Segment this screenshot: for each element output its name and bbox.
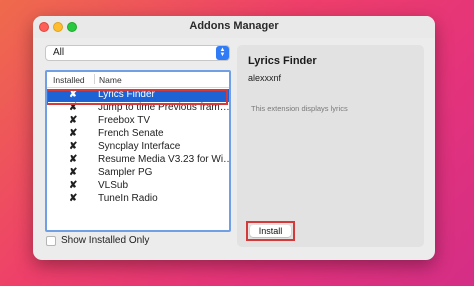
list-item[interactable]: ✘ Jump to time Previous fram… xyxy=(47,102,229,115)
show-installed-only-checkbox[interactable] xyxy=(46,236,56,246)
list-item[interactable]: ✘ Syncplay Interface xyxy=(47,141,229,154)
not-installed-icon: ✘ xyxy=(69,154,78,165)
chevron-up-down-icon: ▲ ▼ xyxy=(216,46,229,60)
addon-detail-panel: Lyrics Finder alexxxnf This extension di… xyxy=(237,45,424,247)
not-installed-icon: ✘ xyxy=(69,115,78,126)
list-item-name: French Senate xyxy=(98,128,164,139)
list-item[interactable]: ✘ VLSub xyxy=(47,180,229,193)
list-item[interactable]: ✘ Resume Media V3.23 for Wi… xyxy=(47,154,229,167)
list-item-name: VLSub xyxy=(98,180,129,191)
install-button[interactable]: Install xyxy=(250,225,291,237)
title-bar: Addons Manager xyxy=(33,16,435,38)
addon-title: Lyrics Finder xyxy=(248,55,317,67)
column-header-installed[interactable]: Installed xyxy=(53,75,85,85)
list-item[interactable]: ✘ French Senate xyxy=(47,128,229,141)
list-item-name: Freebox TV xyxy=(98,115,151,126)
list-item-name: TuneIn Radio xyxy=(98,193,158,204)
not-installed-icon: ✘ xyxy=(69,102,78,113)
not-installed-icon: ✘ xyxy=(69,167,78,178)
list-item-name: Lyrics Finder xyxy=(98,89,155,100)
not-installed-icon: ✘ xyxy=(69,180,78,191)
category-filter-dropdown[interactable]: All ▲ ▼ xyxy=(45,45,230,61)
list-item-name: Resume Media V3.23 for Wi… xyxy=(98,154,231,165)
window-title: Addons Manager xyxy=(189,20,279,32)
addon-author: alexxxnf xyxy=(248,73,282,83)
show-installed-only-label[interactable]: Show Installed Only xyxy=(61,235,149,246)
addons-list[interactable]: Installed Name ✘ Lyrics Finder ✘ Jump to… xyxy=(45,70,231,232)
list-item[interactable]: ✘ TuneIn Radio xyxy=(47,193,229,206)
column-header-name[interactable]: Name xyxy=(99,75,122,85)
addon-description: This extension displays lyrics xyxy=(251,104,348,113)
list-item-name: Syncplay Interface xyxy=(98,141,181,152)
category-filter-value: All xyxy=(53,47,65,58)
list-item[interactable]: ✘ Sampler PG xyxy=(47,167,229,180)
not-installed-icon: ✘ xyxy=(69,89,78,100)
column-divider xyxy=(94,74,95,84)
list-item-lyrics-finder[interactable]: ✘ Lyrics Finder xyxy=(47,89,229,102)
not-installed-icon: ✘ xyxy=(69,141,78,152)
list-item[interactable]: ✘ Freebox TV xyxy=(47,115,229,128)
not-installed-icon: ✘ xyxy=(69,193,78,204)
addons-manager-window: Addons Manager All ▲ ▼ Installed Name ✘ L… xyxy=(33,16,435,260)
install-button-highlight: Install xyxy=(246,221,295,241)
list-item-name: Sampler PG xyxy=(98,167,153,178)
list-item-name: Jump to time Previous fram… xyxy=(98,102,230,113)
list-header: Installed Name xyxy=(47,72,229,88)
not-installed-icon: ✘ xyxy=(69,128,78,139)
